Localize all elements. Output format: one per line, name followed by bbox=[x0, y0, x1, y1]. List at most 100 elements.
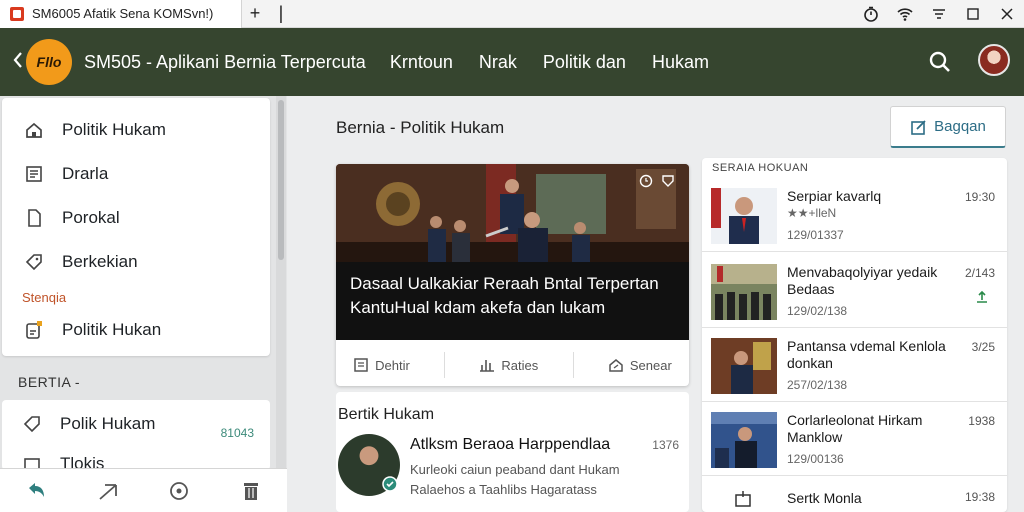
share-button-label: Bagqan bbox=[934, 118, 986, 135]
sidebar-item-label: Politik Hukam bbox=[62, 120, 166, 139]
sidebar-item-label: Polik Hukam bbox=[60, 414, 156, 433]
app-logo[interactable]: Fllo bbox=[26, 39, 72, 85]
list-icon bbox=[26, 166, 42, 182]
list-item[interactable]: Menvabaqolyiyar yedaik Bedaas 129/02/138… bbox=[702, 254, 1007, 328]
list-item[interactable]: Sertk Monla 19:38 bbox=[702, 476, 1007, 512]
list-item-date: 257/02/138 bbox=[787, 378, 848, 392]
sidebar-item-drarla[interactable]: Drarla bbox=[24, 164, 108, 184]
sidebar-sub-label: Stenqia bbox=[22, 290, 67, 305]
filter-icon[interactable] bbox=[922, 0, 956, 28]
list-item-title: Menvabaqolyiyar yedaik Bedaas bbox=[787, 264, 938, 297]
app-header: Fllo SM505 - Aplikani Bernia Terpercuta … bbox=[0, 28, 1024, 96]
tag-icon bbox=[23, 416, 40, 433]
top-nav: Krntoun Nrak Politik dan Hukam bbox=[390, 52, 709, 73]
section-title: Bertik Hukam bbox=[338, 406, 435, 423]
sidebar-scroll-thumb[interactable] bbox=[278, 100, 284, 260]
sidebar-item-polik-hukam[interactable]: Polik Hukam bbox=[22, 414, 155, 434]
trash-icon[interactable] bbox=[240, 480, 262, 502]
close-icon[interactable] bbox=[990, 0, 1024, 28]
maximize-icon[interactable] bbox=[956, 0, 990, 28]
new-tab-button[interactable]: + bbox=[242, 0, 268, 28]
nav-item-hukam[interactable]: Hukam bbox=[652, 52, 709, 73]
featured-caption: Dasaal Ualkakiar Reraah Bntal Terpertan … bbox=[336, 262, 689, 340]
list-thumbnail bbox=[711, 188, 777, 244]
tab-extra-button[interactable]: | bbox=[268, 0, 294, 28]
app-title: SM505 - Aplikani Bernia Terpercuta bbox=[84, 51, 366, 72]
document-icon bbox=[28, 209, 41, 227]
list-item-time: 3/25 bbox=[971, 340, 995, 354]
browser-titlebar: SM6005 Afatik Sena KOMSvn!) + | bbox=[0, 0, 1024, 28]
tab-title: SM6005 Afatik Sena KOMSvn!) bbox=[32, 6, 214, 21]
nav-item-krntoun[interactable]: Krntoun bbox=[390, 52, 453, 73]
edit-note-icon bbox=[26, 321, 42, 339]
sidebar-item-label: Drarla bbox=[62, 164, 109, 183]
list-item-time: 19:38 bbox=[964, 490, 995, 504]
avatar[interactable] bbox=[978, 44, 1010, 76]
sidebar-menu-card: Politik Hukam Drarla Porokal Berkekian S… bbox=[2, 98, 270, 356]
sidebar-item-label: Porokal bbox=[62, 208, 120, 227]
sidebar-item-politik-hukan[interactable]: Politik Hukan bbox=[24, 320, 161, 340]
favicon-icon bbox=[10, 6, 24, 21]
list-item-time: 1938 bbox=[968, 414, 995, 428]
send-icon[interactable] bbox=[97, 480, 119, 502]
upload-icon[interactable] bbox=[975, 290, 989, 304]
featured-actions: Dehtir Raties Senear bbox=[336, 344, 689, 386]
article-excerpt-line2: Ralaehos a Taahlibs Hagaratass bbox=[410, 482, 597, 497]
share-action-label: Senear bbox=[629, 357, 672, 373]
list-item-title: Corlarleolonat Hirkam Manklow bbox=[787, 412, 923, 445]
list-item-rating: ★★+lleN bbox=[787, 206, 837, 220]
browser-tab[interactable]: SM6005 Afatik Sena KOMSvn!) bbox=[0, 0, 242, 28]
wifi-icon[interactable] bbox=[888, 0, 922, 28]
stats-button[interactable]: Raties bbox=[479, 357, 538, 373]
featured-image-icons bbox=[639, 174, 675, 188]
sidebar: Politik Hukam Drarla Porokal Berkekian S… bbox=[0, 96, 287, 512]
archive-icon bbox=[735, 491, 751, 507]
sidebar-item-politik-hukam[interactable]: Politik Hukam bbox=[24, 120, 166, 140]
count-badge: 81043 bbox=[220, 426, 254, 440]
nav-item-nrak[interactable]: Nrak bbox=[479, 52, 517, 73]
search-icon[interactable] bbox=[926, 48, 954, 76]
nav-item-politik[interactable]: Politik dan bbox=[543, 52, 626, 73]
section-latest: Bertik Hukam Atlksm Beraoa Harppendlaa 1… bbox=[336, 392, 689, 512]
clock-icon[interactable] bbox=[639, 174, 653, 188]
details-label: Dehtir bbox=[375, 357, 410, 373]
list-thumbnail bbox=[711, 338, 777, 394]
bookmark-shield-icon[interactable] bbox=[661, 174, 675, 188]
list-item-title: Sertk Monla bbox=[787, 490, 862, 506]
sidebar-item-berkekian[interactable]: Berkekian bbox=[24, 252, 138, 272]
list-item[interactable]: Pantansa vdemal Kenlola donkan 257/02/13… bbox=[702, 328, 1007, 402]
article-title[interactable]: Atlksm Beraoa Harppendlaa bbox=[410, 436, 610, 454]
list-item[interactable]: Serpiar kavarlq ★★+lleN 129/01337 19:30 bbox=[702, 178, 1007, 252]
list-item-date: 129/02/138 bbox=[787, 304, 848, 318]
bar-chart-icon bbox=[480, 360, 495, 372]
sidebar-item-label: Politik Hukan bbox=[62, 320, 162, 339]
article-excerpt-line1: Kurleoki caiun peaband dant Hukam bbox=[410, 462, 620, 477]
stats-label: Raties bbox=[501, 357, 539, 373]
back-arrow-icon[interactable] bbox=[25, 480, 47, 502]
list-label: SERAIA HOKUAN bbox=[712, 162, 809, 174]
bottom-nav bbox=[0, 468, 287, 512]
home-share-icon bbox=[609, 359, 623, 372]
edit-icon bbox=[911, 119, 926, 135]
timer-icon[interactable] bbox=[854, 0, 888, 28]
home-icon bbox=[26, 122, 42, 138]
sidebar-item-label: Berkekian bbox=[62, 252, 138, 271]
list-item[interactable]: Corlarleolonat Hirkam Manklow 129/00136 … bbox=[702, 402, 1007, 476]
verified-icon bbox=[382, 476, 398, 492]
share-action-button[interactable]: Senear bbox=[608, 357, 672, 373]
window-controls bbox=[854, 0, 1024, 28]
article-time: 1376 bbox=[652, 438, 679, 452]
record-icon[interactable] bbox=[168, 480, 190, 502]
list-thumbnail bbox=[711, 264, 777, 320]
share-button[interactable]: Bagqan bbox=[890, 106, 1006, 148]
list-item-time: 19:30 bbox=[964, 190, 995, 204]
divider bbox=[444, 352, 446, 378]
featured-article-card[interactable]: Dasaal Ualkakiar Reraah Bntal Terpertan … bbox=[336, 164, 689, 386]
details-icon bbox=[354, 358, 368, 372]
list-item-time: 2/143 bbox=[964, 266, 995, 280]
list-item-date: 129/01337 bbox=[787, 228, 844, 242]
divider bbox=[572, 352, 574, 378]
featured-image bbox=[336, 164, 689, 264]
sidebar-item-porokal[interactable]: Porokal bbox=[24, 208, 120, 228]
details-button[interactable]: Dehtir bbox=[353, 357, 410, 373]
